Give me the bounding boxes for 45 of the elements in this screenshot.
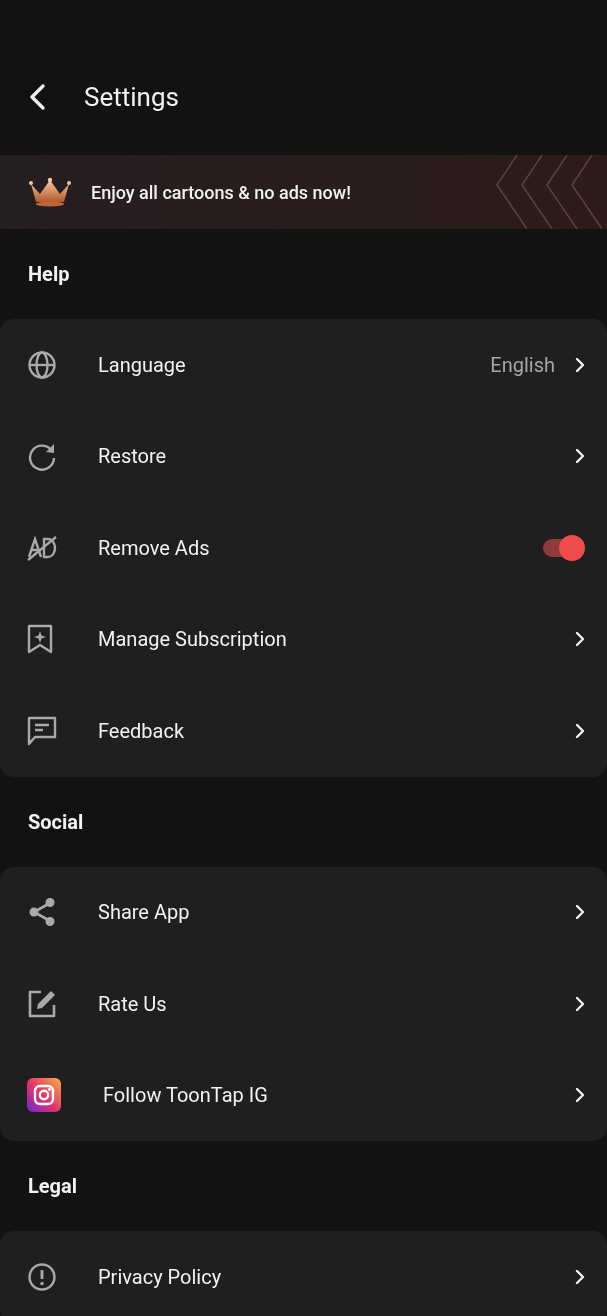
edit-icon <box>27 988 57 1019</box>
settings-row[interactable]: Feedback <box>0 685 607 777</box>
chevron-right-icon <box>575 722 585 739</box>
row-label: Follow ToonTap IG <box>103 1083 269 1108</box>
chevron-right-icon <box>575 995 585 1012</box>
chevron-right-icon <box>575 356 585 373</box>
row-label: Share App <box>98 900 191 925</box>
alert-icon <box>27 1261 57 1292</box>
banner-text: Enjoy all cartoons & no ads now! <box>91 181 351 203</box>
page-title: Settings <box>84 81 179 112</box>
row-label: Rate Us <box>98 991 168 1016</box>
chevron-right-icon <box>575 448 585 465</box>
chevron-right-icon <box>575 1087 585 1104</box>
row-value: English <box>490 352 555 377</box>
camera-app-icon[interactable] <box>27 1078 61 1113</box>
row-label: Restore <box>98 444 168 469</box>
refresh-icon <box>27 441 57 472</box>
row-label: Feedback <box>98 718 186 743</box>
toggle-switch[interactable] <box>541 534 585 561</box>
settings-row[interactable]: Follow ToonTap IG <box>0 1049 607 1141</box>
settings-row[interactable]: Remove Ads <box>0 502 607 594</box>
chevron-right-icon <box>575 631 585 648</box>
section-heading: Help <box>27 261 71 288</box>
no-ads-icon <box>27 534 57 561</box>
row-label: Manage Subscription <box>98 627 288 652</box>
share-icon <box>27 897 57 928</box>
row-label: Remove Ads <box>98 535 211 560</box>
premium-banner[interactable]: Enjoy all cartoons & no ads now! <box>0 155 607 229</box>
crown-icon <box>27 177 73 207</box>
chat-icon <box>27 715 57 746</box>
globe-icon <box>27 349 57 380</box>
settings-row[interactable]: Restore <box>0 410 607 502</box>
back-icon[interactable] <box>28 82 46 111</box>
settings-row[interactable]: Privacy Policy <box>0 1231 607 1316</box>
chevron-right-icon <box>575 904 585 921</box>
bookmark-star-icon <box>27 624 53 655</box>
section-heading: Social <box>27 808 85 836</box>
settings-row[interactable]: Share App <box>0 866 607 958</box>
settings-row[interactable]: Language English <box>0 319 607 411</box>
chevron-right-icon <box>575 1268 585 1285</box>
settings-row[interactable]: Rate Us <box>0 958 607 1050</box>
row-label: Language <box>98 352 187 377</box>
row-label: Privacy Policy <box>98 1264 223 1289</box>
section-heading: Legal <box>27 1173 79 1200</box>
settings-row[interactable]: Manage Subscription <box>0 593 607 685</box>
